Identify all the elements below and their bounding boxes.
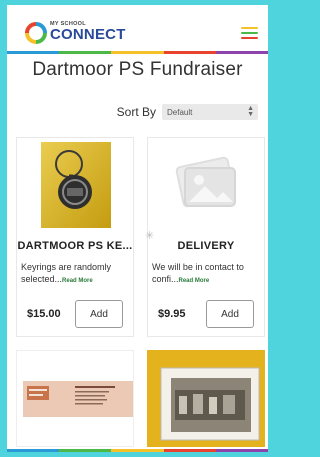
bottom-color-stripe	[7, 449, 268, 452]
app-screen: MY SCHOOL CONNECT Dartmoor PS Fundraiser…	[7, 5, 268, 452]
add-to-cart-button[interactable]: Add	[206, 300, 254, 328]
product-name: DARTMOOR PS KE...	[17, 240, 133, 252]
up-down-chevron-icon: ▲ ▼	[247, 105, 254, 118]
page-title: Dartmoor PS Fundraiser	[32, 59, 243, 80]
product-card[interactable]	[147, 350, 265, 447]
product-description: We will be in contact to confi...Read Mo…	[152, 261, 260, 285]
keyring-photo	[41, 142, 111, 228]
framed-photo-image	[147, 350, 265, 447]
app-header: MY SCHOOL CONNECT	[7, 5, 268, 51]
price-row: $9.95 Add	[148, 300, 264, 328]
flyer-image	[17, 351, 133, 446]
brand-logo[interactable]: MY SCHOOL CONNECT	[25, 19, 125, 45]
product-image[interactable]	[17, 138, 133, 230]
product-price: $9.95	[158, 308, 186, 320]
brand-color-stripe	[7, 51, 268, 54]
brand-big-text: CONNECT	[50, 26, 126, 43]
add-to-cart-button[interactable]: Add	[75, 300, 123, 328]
hamburger-menu-icon[interactable]	[241, 27, 258, 41]
product-image[interactable]	[148, 138, 264, 230]
brand-logo-icon	[25, 22, 47, 44]
price-row: $15.00 Add	[17, 300, 133, 328]
product-card[interactable]	[16, 350, 134, 447]
sort-selected-value: Default	[167, 107, 193, 117]
read-more-link[interactable]: Read More	[62, 278, 93, 284]
sort-control: Sort By Default ▲ ▼	[117, 104, 258, 120]
product-description: Keyrings are randomly selected...Read Mo…	[21, 261, 129, 285]
placeholder-image-icon	[148, 138, 264, 230]
sort-select[interactable]: Default ▲ ▼	[162, 104, 258, 120]
product-price: $15.00	[27, 308, 61, 320]
read-more-link[interactable]: Read More	[179, 278, 210, 284]
product-card[interactable]: DELIVERY We will be in contact to confi.…	[147, 137, 265, 337]
loading-sparkle-icon: ✳	[145, 230, 155, 242]
product-card[interactable]: DARTMOOR PS KE... Keyrings are randomly …	[16, 137, 134, 337]
sort-label: Sort By	[116, 105, 156, 119]
product-name: DELIVERY	[177, 240, 235, 252]
